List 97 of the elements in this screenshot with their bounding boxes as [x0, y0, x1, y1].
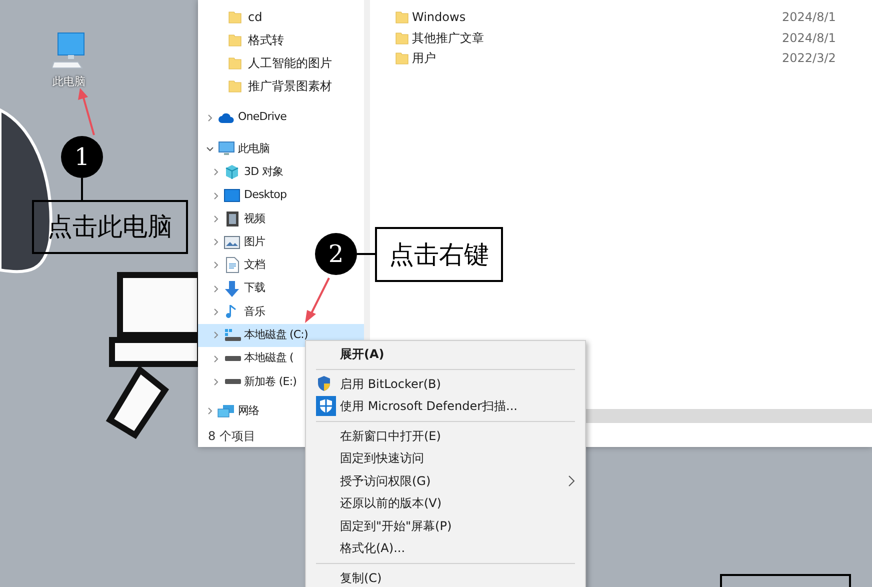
folder-icon — [395, 51, 409, 66]
chevron-right-icon[interactable] — [212, 214, 220, 223]
nav-item-label: OneDrive — [238, 109, 287, 126]
nav-item-label: cd — [248, 8, 262, 26]
menu-item[interactable]: 还原以前的版本(V) — [306, 492, 585, 514]
desktop-icon-label: 此电脑 — [52, 74, 86, 90]
chevron-right-icon[interactable] — [206, 407, 214, 416]
callout-label: 点击右键 — [375, 227, 503, 282]
callout-label: 点击此电脑 — [32, 200, 188, 254]
chevron-right-icon[interactable] — [212, 168, 220, 176]
chevron-right-icon[interactable] — [212, 308, 220, 316]
chevron-down-icon[interactable] — [206, 144, 214, 153]
quick-access-item[interactable]: cd — [198, 5, 364, 28]
menu-item[interactable]: 启用 BitLocker(B) — [306, 372, 585, 395]
nav-item-label: 文档 — [244, 257, 266, 274]
chevron-right-icon[interactable] — [212, 192, 220, 200]
chevron-right-icon — [568, 474, 575, 487]
nav-item-label: 网络 — [238, 402, 260, 419]
nav-item-label: 新加卷 (E:) — [244, 374, 297, 390]
chevron-right-icon[interactable] — [212, 284, 220, 293]
menu-item[interactable]: 授予访问权限(G) — [306, 470, 585, 492]
folder-icon — [228, 78, 242, 92]
drive-windows-icon — [224, 328, 240, 342]
file-row[interactable]: 其他推广文章 2024/8/1 — [395, 28, 872, 48]
nav-item[interactable]: 此电脑 — [198, 137, 273, 161]
connector-line — [357, 253, 375, 255]
nav-item-label: 图片 — [244, 234, 266, 250]
folder-icon — [228, 32, 242, 46]
picture-icon — [224, 236, 240, 249]
file-date: 2022/3/2 — [782, 50, 836, 68]
menu-item[interactable]: 复制(C) — [306, 566, 585, 587]
monitor-icon — [218, 141, 234, 156]
cube-icon — [224, 164, 240, 180]
folder-icon — [228, 56, 242, 70]
menu-item[interactable]: 固定到快速访问 — [306, 447, 585, 470]
menu-item[interactable]: 格式化(A)... — [306, 537, 585, 560]
shield-icon — [316, 396, 336, 416]
menu-item[interactable]: 在新窗口中打开(E) — [306, 424, 585, 447]
nav-item[interactable]: 音乐 — [198, 300, 268, 324]
nav-item-label: 人工智能的图片 — [248, 54, 332, 72]
nav-item[interactable]: 新加卷 (E:) — [198, 370, 300, 394]
quick-access-item[interactable]: 推广背景图素材 — [198, 74, 364, 97]
chevron-right-icon[interactable] — [212, 238, 220, 246]
nav-item[interactable]: 文档 — [198, 254, 268, 278]
step-number-badge: 1 — [61, 136, 103, 178]
nav-item-label: 本地磁盘 (C:) — [244, 327, 308, 344]
chevron-right-icon[interactable] — [212, 331, 220, 340]
menu-item[interactable]: 固定到"开始"屏幕(P) — [306, 514, 585, 537]
computer-icon — [52, 32, 86, 70]
pointer-arrow — [302, 277, 332, 325]
document-icon — [226, 257, 238, 274]
folder-icon — [228, 10, 242, 24]
chevron-right-icon[interactable] — [212, 261, 220, 270]
nav-item[interactable]: 本地磁盘 (C:) — [198, 324, 364, 347]
nav-item-label: 3D 对象 — [244, 164, 283, 180]
nav-item-label: 本地磁盘 ( — [244, 350, 294, 366]
nav-item[interactable]: 视频 — [198, 207, 268, 230]
nav-item[interactable]: 本地磁盘 ( — [198, 346, 296, 370]
cloud-icon — [218, 112, 234, 124]
nav-item-label: 推广背景图素材 — [248, 78, 332, 94]
connector-line — [81, 178, 83, 200]
network-icon — [217, 404, 235, 419]
folder-icon — [395, 30, 409, 45]
down-arrow-icon — [225, 280, 239, 297]
nav-item[interactable]: Desktop — [198, 184, 290, 208]
nav-item-label: 格式转 — [248, 32, 284, 48]
nav-item-label: Desktop — [244, 187, 287, 204]
chevron-right-icon[interactable] — [212, 354, 220, 363]
quick-access-item[interactable]: 人工智能的图片 — [198, 51, 364, 74]
file-name: 其他推广文章 — [412, 30, 485, 47]
file-row[interactable]: Windows 2024/8/1 — [395, 7, 872, 28]
nav-item-label: 下载 — [244, 280, 266, 296]
nav-item-label: 音乐 — [244, 304, 266, 320]
file-name: 用户 — [412, 50, 437, 68]
menu-item[interactable]: 使用 Microsoft Defender扫描... — [306, 395, 585, 418]
desktop-screen-icon — [224, 189, 240, 202]
quick-access-item[interactable]: 格式转 — [198, 28, 364, 51]
nav-item[interactable]: 下载 — [198, 277, 268, 300]
nav-item[interactable]: 3D 对象 — [198, 160, 286, 184]
nav-item[interactable]: 图片 — [198, 230, 268, 254]
music-note-icon — [226, 304, 238, 320]
drive-icon — [224, 378, 240, 385]
chevron-right-icon[interactable] — [206, 114, 214, 122]
folder-icon — [395, 10, 409, 24]
shield-icon — [316, 375, 332, 392]
file-date: 2024/8/1 — [782, 9, 836, 26]
drive-icon — [224, 356, 240, 362]
nav-item-label: 视频 — [244, 210, 266, 227]
file-name: Windows — [412, 9, 467, 26]
nav-item-label: 此电脑 — [238, 140, 270, 157]
file-date: 2024/8/1 — [782, 30, 836, 47]
chevron-right-icon[interactable] — [212, 378, 220, 386]
file-row[interactable]: 用户 2022/3/2 — [395, 48, 872, 68]
nav-item[interactable]: 网络 — [198, 400, 262, 423]
status-bar-text: 8 个项目 — [208, 428, 256, 445]
film-icon — [226, 210, 238, 227]
nav-item[interactable]: OneDrive — [198, 106, 290, 130]
